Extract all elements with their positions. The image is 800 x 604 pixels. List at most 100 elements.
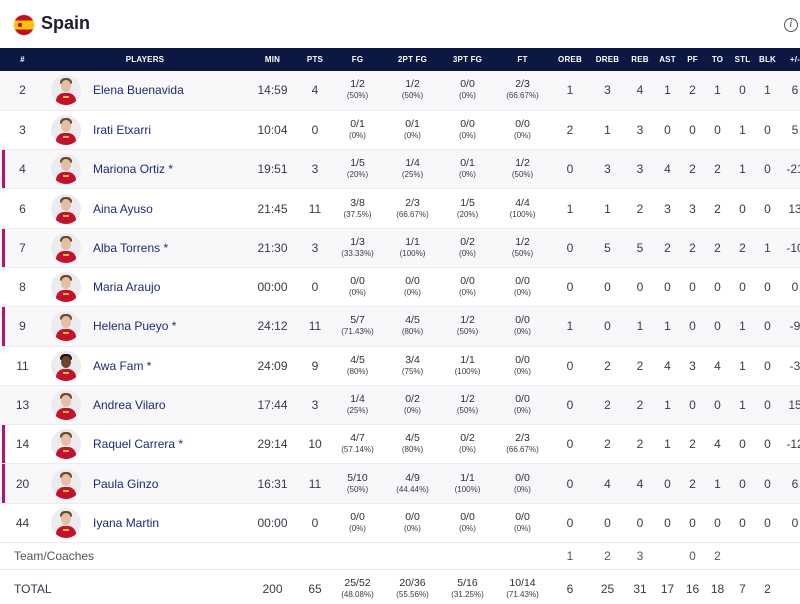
player-avatar — [51, 75, 81, 106]
table-row[interactable]: 9 Helena Pueyo * 24:12 11 5/7 (71.43%) 4/5 (80%… — [0, 306, 800, 347]
table-header: # PLAYERS MIN PTS FG 2PT FG 3PT FG FT OREB DREB RE… — [0, 48, 800, 71]
reb-cell: 5 — [636, 240, 644, 255]
pf-cell: 2 — [689, 476, 696, 491]
fg3-cell-percentage: (100%) — [454, 366, 481, 376]
column-header[interactable]: PF — [680, 48, 705, 71]
player-name-link[interactable]: Alba Torrens * — [93, 241, 168, 255]
column-header[interactable]: OREB — [550, 48, 590, 71]
player-name-link[interactable]: Raquel Carrera * — [93, 437, 183, 451]
column-header[interactable]: BLK — [755, 48, 780, 71]
table-row[interactable]: 2 Elena Buenavida 14:59 4 1/2 (50%) 1/2 (50%) 0/… — [0, 71, 800, 111]
pm-cell: 5 — [791, 122, 799, 137]
oreb-cell: 1 — [566, 549, 574, 564]
table-row[interactable]: 44 Iyana Martin 00:00 0 0/0 (0%) 0/0 (0%) 0/0 (0%… — [0, 503, 800, 543]
player-cell: Paula Ginzo — [45, 464, 245, 503]
table-row[interactable]: 14 Raquel Carrera * 29:14 10 4/7 (57.14%) 4/5(… — [0, 424, 800, 464]
fg3-cell: 1/1 (100%) — [440, 464, 495, 503]
stl-cell: 0 — [739, 83, 746, 98]
table-row[interactable]: 7 Alba Torrens * 21:30 3 1/3 (33.33%) 1/1 (100%… — [0, 228, 800, 268]
fg2-cell-percentage: (80%) — [401, 327, 424, 337]
column-header[interactable]: FG — [330, 48, 385, 71]
column-header[interactable]: +/- — [780, 48, 800, 71]
oreb-cell: 1 — [566, 201, 574, 216]
table-row[interactable]: 3 Irati Etxarri 10:04 0 0/1 (0%) 0/1 (0%) 0/0 (0%… — [0, 110, 800, 150]
fg2-cell-made-attempted: 2/3 — [405, 196, 420, 209]
to-cell: 4 — [714, 358, 721, 373]
player-name-link[interactable]: Maria Araujo — [93, 280, 160, 294]
ast-cell: 1 — [664, 319, 671, 334]
player-avatar — [51, 193, 81, 224]
reb-cell: 1 — [636, 319, 644, 334]
info-icon[interactable]: i — [784, 18, 798, 32]
pf-cell: 2 — [689, 437, 696, 452]
points: 10 — [308, 437, 322, 452]
column-header[interactable]: PTS — [300, 48, 330, 71]
points: 0 — [311, 280, 319, 295]
player-name-link[interactable]: Awa Fam * — [93, 359, 151, 373]
player-name-link[interactable]: Mariona Ortiz * — [93, 162, 173, 176]
fg2-cell-made-attempted: 0/1 — [405, 117, 420, 130]
column-header[interactable]: TO — [705, 48, 730, 71]
player-name-link[interactable]: Paula Ginzo — [93, 477, 158, 491]
stl-cell: 0 — [739, 201, 746, 216]
table-row[interactable]: 4 Mariona Ortiz * 19:51 3 1/5 (20%) 1/4 (25%) 0/… — [0, 149, 800, 189]
blk-cell: 0 — [764, 437, 771, 452]
stl-cell — [730, 543, 755, 570]
column-header[interactable]: 2PT FG — [385, 48, 440, 71]
jersey-number: 2 — [19, 83, 26, 98]
fg-cell-percentage: (48.08%) — [341, 589, 374, 599]
column-header[interactable]: PLAYERS — [45, 48, 245, 71]
column-header[interactable]: STL — [730, 48, 755, 71]
reb-cell: 2 — [636, 201, 644, 216]
fg-cell-made-attempted: 1/5 — [350, 157, 365, 170]
table-row[interactable]: 6 Aina Ayuso 21:45 11 3/8 (37.5%) 2/3 (66.67%) 1… — [0, 188, 800, 229]
fg-cell: 3/8 (37.5%) — [330, 189, 385, 228]
jersey-number: 8 — [19, 280, 26, 295]
table-row[interactable]: 13 Andrea Vilaro 17:44 3 1/4 (25%) 0/2 (0%) 1/2(… — [0, 385, 800, 425]
player-name-link[interactable]: Helena Pueyo * — [93, 319, 176, 333]
fg2-cell-percentage: (75%) — [401, 366, 424, 376]
player-avatar — [51, 429, 81, 460]
column-header[interactable]: REB — [625, 48, 655, 71]
ft-cell-made-attempted: 1/2 — [515, 235, 530, 248]
ft-cell-made-attempted: 2/3 — [515, 78, 530, 91]
ft-cell-percentage: (66.67%) — [506, 91, 539, 101]
ft-cell-percentage: (50%) — [511, 170, 534, 180]
table-row[interactable]: 11 Awa Fam * 24:09 9 4/5 (80%) 3/4 (75%) 1/1 (100… — [0, 346, 800, 386]
ft-cell-made-attempted: 0/0 — [515, 314, 530, 327]
column-header[interactable]: AST — [655, 48, 680, 71]
fg2-cell-made-attempted: 1/1 — [405, 235, 420, 248]
fg2-cell-percentage: (0%) — [404, 406, 421, 416]
player-name-link[interactable]: Irati Etxarri — [93, 123, 151, 137]
fg-cell: 25/52 (48.08%) — [330, 570, 385, 604]
table-row[interactable]: 8 Maria Araujo 00:00 0 0/0 (0%) 0/0 (0%) 0/0 (0%)… — [0, 267, 800, 307]
pf-cell: 2 — [689, 162, 696, 177]
player-name-link[interactable]: Iyana Martin — [93, 516, 159, 530]
player-name-link[interactable]: Andrea Vilaro — [93, 398, 166, 412]
ast-cell: 4 — [664, 358, 671, 373]
table-row[interactable]: 20 Paula Ginzo 16:31 11 5/10 (50%) 4/9 (44.44%)… — [0, 463, 800, 504]
fg2-cell-percentage: (55.56%) — [396, 589, 429, 599]
fg-cell: 1/2 (50%) — [330, 71, 385, 110]
reb-cell: 2 — [636, 437, 644, 452]
dreb-cell: 0 — [604, 319, 611, 334]
team-coaches-row: Team/Coaches1230273 — [0, 542, 800, 570]
column-header[interactable]: DREB — [590, 48, 625, 71]
column-header[interactable]: 3PT FG — [440, 48, 495, 71]
ft-cell-percentage: (0%) — [514, 406, 531, 416]
player-name-link[interactable]: Elena Buenavida — [93, 83, 184, 97]
jersey-number: 3 — [19, 122, 26, 137]
dreb-cell: 2 — [604, 358, 611, 373]
ft-cell-percentage: (0%) — [514, 327, 531, 337]
to-cell: 0 — [714, 398, 721, 413]
column-header[interactable]: FT — [495, 48, 550, 71]
fg2-cell: 4/5 (80%) — [385, 307, 440, 346]
column-header[interactable]: MIN — [245, 48, 300, 71]
ft-cell: 0/0 (0%) — [495, 385, 550, 424]
points: 4 — [311, 83, 319, 98]
player-name-link[interactable]: Aina Ayuso — [93, 202, 153, 216]
ft-cell: 1/2 (50%) — [495, 228, 550, 267]
column-header[interactable]: # — [0, 48, 45, 71]
fg3-cell: 0/2 (0%) — [440, 425, 495, 464]
to-cell: 0 — [714, 319, 721, 334]
